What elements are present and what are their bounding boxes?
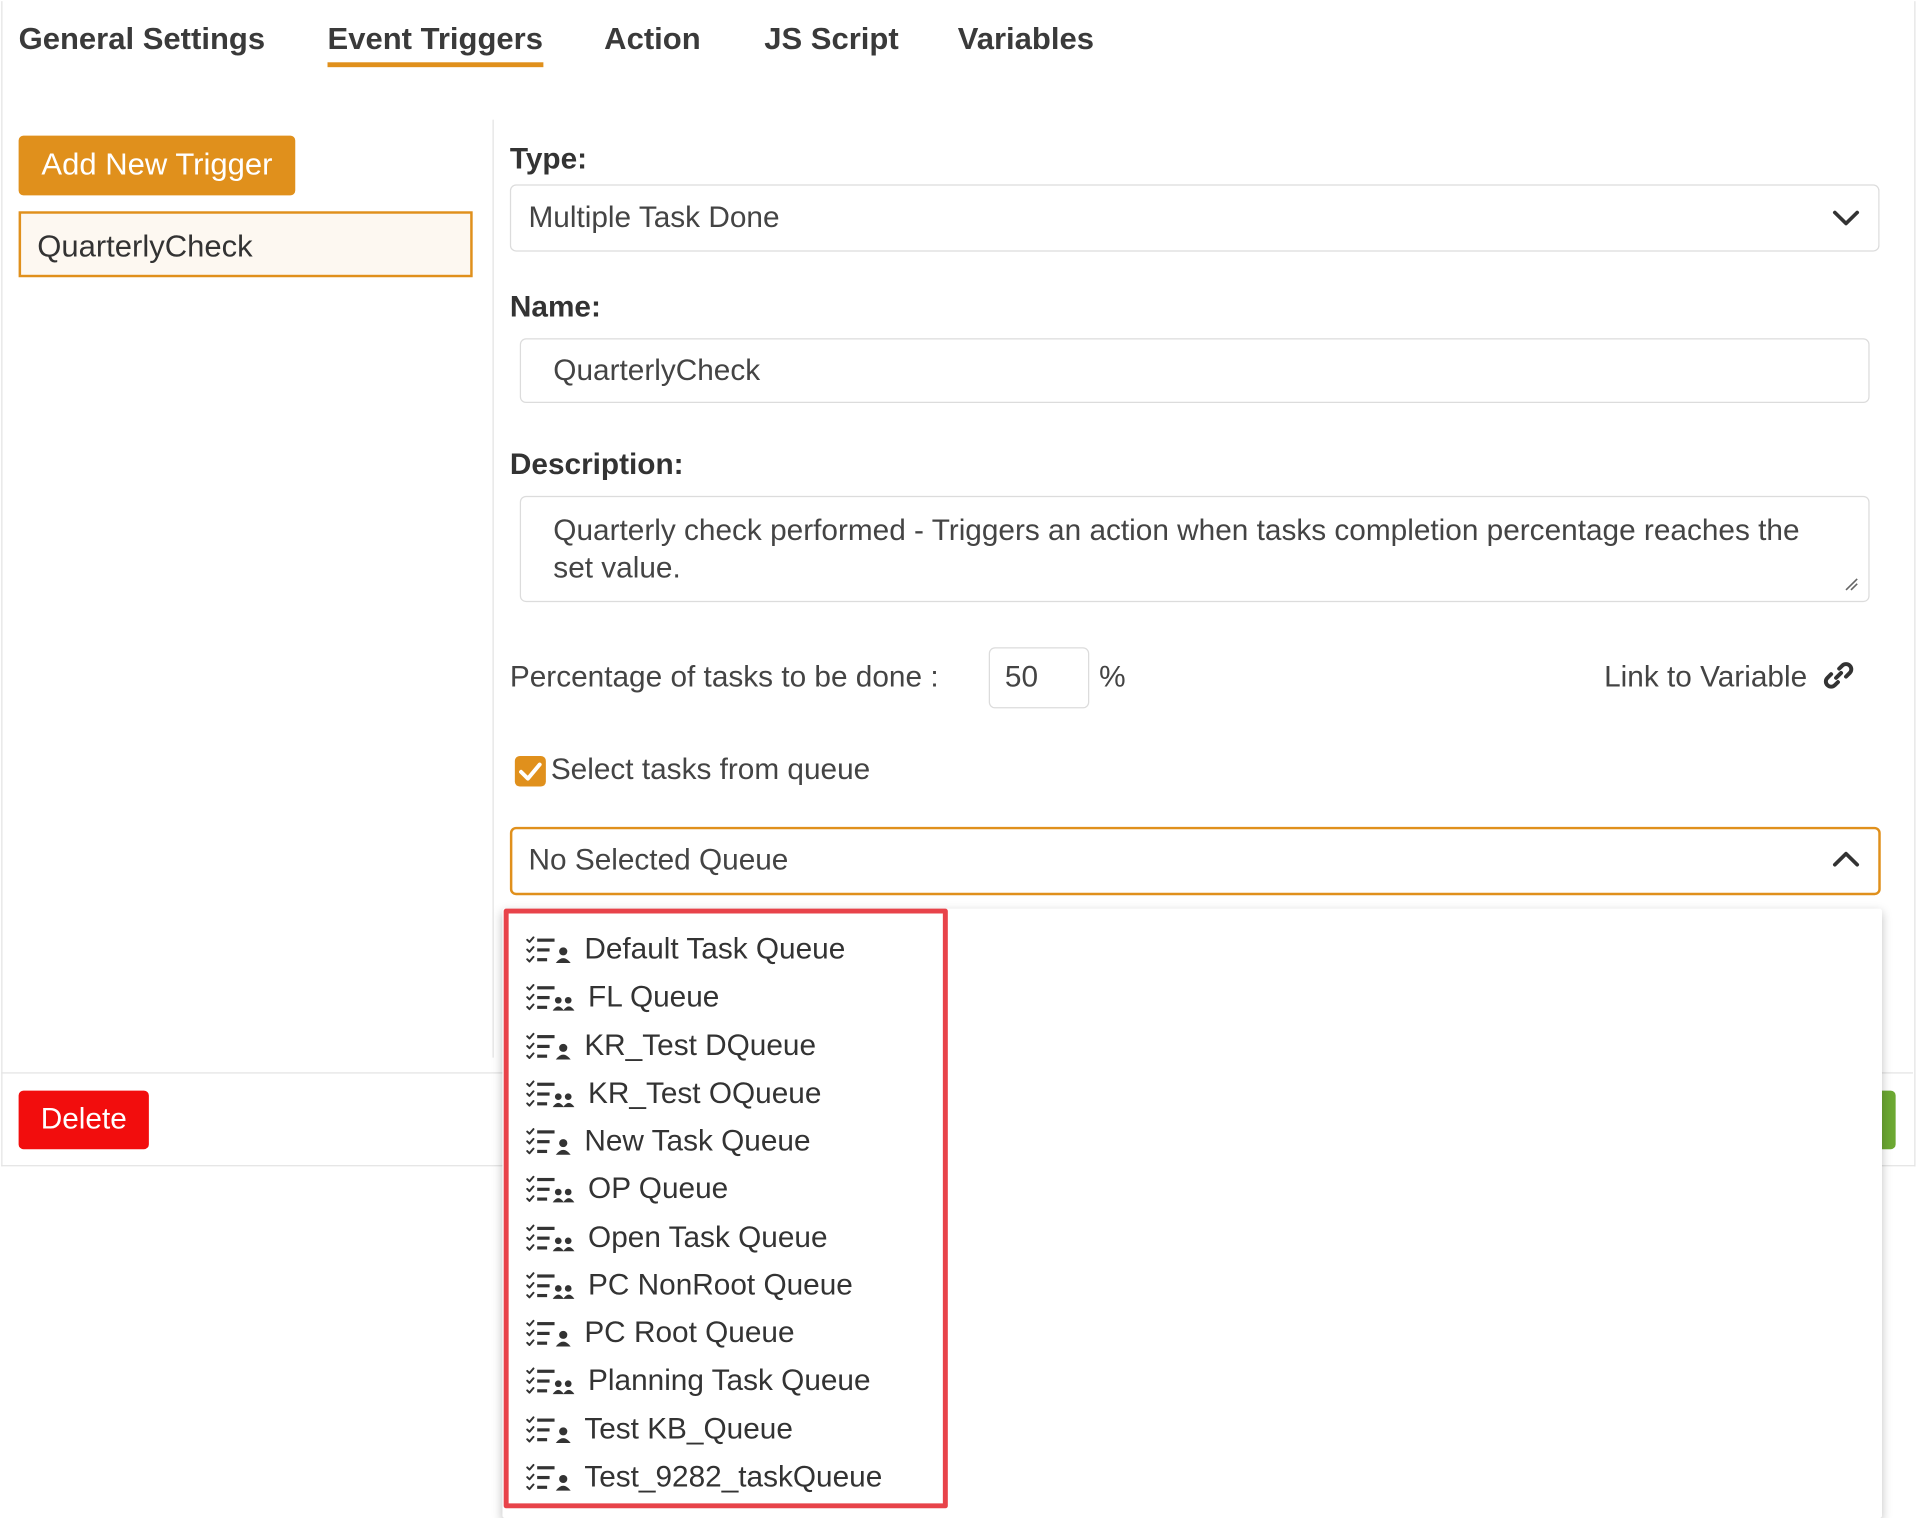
queue-option-label: Planning Task Queue: [588, 1364, 871, 1398]
task-queue-single-icon: [526, 1463, 571, 1491]
queue-option-label: Test_9282_taskQueue: [584, 1460, 883, 1494]
chevron-up-icon: [1832, 851, 1860, 867]
task-queue-single-icon: [526, 1319, 571, 1347]
queue-option-label: PC NonRoot Queue: [588, 1268, 853, 1302]
task-queue-group-icon: [526, 1223, 575, 1251]
percentage-input[interactable]: 50: [988, 647, 1090, 709]
queue-select[interactable]: No Selected Queue: [509, 826, 1881, 896]
delete-button[interactable]: Delete: [18, 1090, 149, 1150]
tab-event-triggers[interactable]: Event Triggers: [327, 22, 543, 68]
queue-option-label: FL Queue: [588, 981, 720, 1014]
link-icon: [1824, 662, 1854, 689]
description-label: Description:: [509, 448, 684, 482]
task-queue-group-icon: [526, 1367, 575, 1395]
task-queue-group-icon: [526, 984, 575, 1011]
queue-option-label: KR_Test OQueue: [588, 1076, 822, 1110]
type-select-value: Multiple Task Done: [528, 201, 780, 235]
type-select[interactable]: Multiple Task Done: [509, 184, 1880, 252]
type-label: Type:: [509, 142, 588, 176]
tab-js-script[interactable]: JS Script: [764, 22, 898, 57]
name-label: Name:: [509, 290, 601, 324]
link-to-variable-label: Link to Variable: [1604, 660, 1808, 694]
queue-option-label: Open Task Queue: [588, 1220, 828, 1254]
queue-option-label: KR_Test DQueue: [584, 1028, 817, 1062]
name-input[interactable]: QuarterlyCheck: [519, 338, 1870, 404]
add-new-trigger-button[interactable]: Add New Trigger: [18, 135, 296, 196]
task-queue-group-icon: [526, 1176, 575, 1203]
select-tasks-label: Select tasks from queue: [550, 753, 871, 787]
description-text: Quarterly check performed - Triggers an …: [553, 514, 1800, 586]
task-queue-single-icon: [526, 936, 571, 963]
tab-variables[interactable]: Variables: [958, 22, 1094, 57]
queue-option-label: PC Root Queue: [584, 1316, 795, 1350]
queue-option-label: New Task Queue: [584, 1124, 811, 1158]
checkmark-icon: [519, 762, 542, 781]
link-to-variable-link[interactable]: Link to Variable: [1604, 660, 1855, 695]
description-textarea[interactable]: Quarterly check performed - Triggers an …: [519, 495, 1870, 603]
tab-general-settings[interactable]: General Settings: [19, 22, 265, 57]
sidebar-divider: [492, 119, 494, 1058]
tab-action[interactable]: Action: [604, 22, 700, 57]
trigger-editor: General Settings Event Triggers Action J…: [0, 0, 1918, 1518]
resize-handle-icon[interactable]: [1844, 576, 1859, 591]
percentage-label: Percentage of tasks to be done :: [509, 660, 939, 694]
task-queue-single-icon: [526, 1415, 571, 1443]
queue-option-label: OP Queue: [588, 1172, 729, 1206]
queue-option-label: Test KB_Queue: [584, 1412, 793, 1446]
queue-select-value: No Selected Queue: [528, 843, 789, 877]
percentage-unit: %: [1099, 660, 1126, 694]
trigger-list-item[interactable]: QuarterlyCheck: [18, 211, 473, 278]
task-queue-single-icon: [526, 1032, 571, 1059]
queue-option-label: Default Task Queue: [584, 933, 846, 967]
chevron-down-icon: [1832, 210, 1860, 226]
task-queue-group-icon: [526, 1271, 575, 1299]
task-queue-group-icon: [526, 1080, 575, 1107]
select-tasks-checkbox[interactable]: [514, 755, 546, 787]
task-queue-single-icon: [526, 1128, 571, 1155]
